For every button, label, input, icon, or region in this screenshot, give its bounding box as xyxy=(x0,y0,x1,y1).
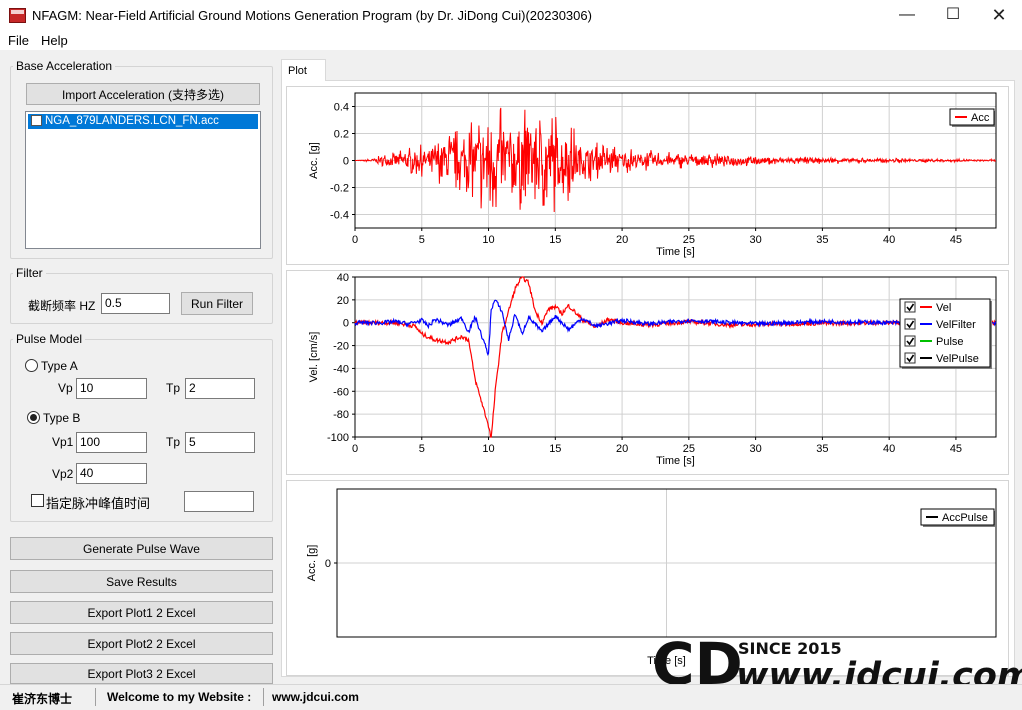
legend-label: Pulse xyxy=(936,336,964,348)
y-tick-label: 40 xyxy=(337,272,349,284)
file-checkbox[interactable] xyxy=(31,115,42,126)
y-tick-label: 0.2 xyxy=(334,129,349,141)
export-plot1-button[interactable]: Export Plot1 2 Excel xyxy=(10,601,273,624)
import-acceleration-button[interactable]: Import Acceleration (支持多选) xyxy=(26,83,260,105)
y-tick-label: -60 xyxy=(333,386,349,398)
menu-help[interactable]: Help xyxy=(41,33,68,48)
type-a-label: Type A xyxy=(41,359,78,373)
plot-acceleration: 0 5 10 15 20 25 30 35 40 45 -0.4 -0.2 0 0.2 0.4 Time [s… xyxy=(286,86,1009,265)
y-axis-label: Acc. [g] xyxy=(306,545,318,582)
x-tick-label: 35 xyxy=(816,234,828,246)
y-tick-label: -40 xyxy=(333,363,349,375)
vp-label: Vp xyxy=(58,381,73,395)
plot-velocity: 0 5 10 15 20 25 30 35 40 45 -100 -80 -60 -40 -20 0 20 40 T… xyxy=(286,270,1009,475)
x-tick-label: 10 xyxy=(482,234,494,246)
minimize-button[interactable]: — xyxy=(884,0,930,30)
legend-label: AccPulse xyxy=(942,512,988,524)
x-tick-label: 25 xyxy=(683,234,695,246)
x-tick-label: 35 xyxy=(816,443,828,455)
y-tick-label: -0.2 xyxy=(330,183,349,195)
tab-plot[interactable]: Plot xyxy=(281,59,326,81)
save-results-button[interactable]: Save Results xyxy=(10,570,273,593)
x-tick-label: 0 xyxy=(352,234,358,246)
x-tick-label: 40 xyxy=(883,443,895,455)
menu-bar: File Help xyxy=(0,30,1022,50)
list-item[interactable]: NGA_879LANDERS.LCN_FN.acc xyxy=(28,114,258,129)
maximize-button[interactable]: ☐ xyxy=(930,0,976,30)
window-title: NFAGM: Near-Field Artificial Ground Moti… xyxy=(32,8,592,23)
vp1-label: Vp1 xyxy=(52,435,74,449)
tp-a-input[interactable]: 2 xyxy=(185,378,255,399)
export-plot2-button[interactable]: Export Plot2 2 Excel xyxy=(10,632,273,655)
tp-b-input[interactable]: 5 xyxy=(185,432,255,453)
y-tick-label: -100 xyxy=(327,432,349,444)
y-axis-label: Vel. [cm/s] xyxy=(308,332,320,383)
x-tick-label: 25 xyxy=(683,443,695,455)
velocity-chart: 0 5 10 15 20 25 30 35 40 45 -100 -80 -60 -40 -20 0 20 40 T… xyxy=(308,272,997,467)
x-tick-label: 40 xyxy=(883,234,895,246)
peak-time-input[interactable] xyxy=(184,491,254,512)
y-tick-label: -20 xyxy=(333,341,349,353)
x-tick-label: 30 xyxy=(750,443,762,455)
legend-label: VelPulse xyxy=(936,353,979,365)
pulse-model-title: Pulse Model xyxy=(13,332,86,346)
x-tick-label: 30 xyxy=(750,234,762,246)
vp2-input[interactable]: 40 xyxy=(76,463,147,484)
x-axis-label: Time [s] xyxy=(656,455,695,467)
x-tick-label: 15 xyxy=(549,234,561,246)
x-tick-label: 5 xyxy=(419,443,425,455)
base-acceleration-title: Base Acceleration xyxy=(13,59,116,73)
y-axis-label: Acc. [g] xyxy=(308,142,320,179)
x-tick-label: 5 xyxy=(419,234,425,246)
y-tick-label: 0 xyxy=(325,558,331,570)
tp-b-label: Tp xyxy=(166,435,181,449)
file-name: NGA_879LANDERS.LCN_FN.acc xyxy=(45,115,219,127)
x-tick-label: 45 xyxy=(950,234,962,246)
menu-file[interactable]: File xyxy=(8,33,29,48)
series-line-acc xyxy=(355,107,997,213)
x-tick-label: 45 xyxy=(950,443,962,455)
x-tick-label: 0 xyxy=(352,443,358,455)
vp2-label: Vp2 xyxy=(52,467,74,481)
status-welcome: Welcome to my Website : xyxy=(107,690,252,704)
x-tick-label: 10 xyxy=(482,443,494,455)
type-a-radio[interactable] xyxy=(25,359,38,372)
acceleration-file-list[interactable]: NGA_879LANDERS.LCN_FN.acc xyxy=(25,111,261,249)
legend-label: Acc xyxy=(971,112,990,124)
type-b-radio[interactable] xyxy=(27,411,40,424)
status-bar: 崔济东博士 Welcome to my Website : www.jdcui.… xyxy=(0,684,1022,710)
app-icon xyxy=(9,8,26,23)
y-tick-label: -0.4 xyxy=(330,210,349,222)
x-tick-label: 20 xyxy=(616,234,628,246)
y-tick-label: 20 xyxy=(337,295,349,307)
vp1-input[interactable]: 100 xyxy=(76,432,147,453)
title-bar: NFAGM: Near-Field Artificial Ground Moti… xyxy=(0,0,1022,30)
legend-label: VelFilter xyxy=(936,319,976,331)
status-author: 崔济东博士 xyxy=(12,692,73,706)
status-website[interactable]: www.jdcui.com xyxy=(272,690,359,704)
acceleration-chart: 0 5 10 15 20 25 30 35 40 45 -0.4 -0.2 0 0.2 0.4 Time [s… xyxy=(308,92,997,258)
tp-a-label: Tp xyxy=(166,381,181,395)
run-filter-button[interactable]: Run Filter xyxy=(181,292,253,315)
y-tick-label: 0 xyxy=(343,318,349,330)
x-tick-label: 20 xyxy=(616,443,628,455)
y-tick-label: -80 xyxy=(333,409,349,421)
filter-title: Filter xyxy=(13,266,46,280)
type-b-label: Type B xyxy=(43,411,81,425)
vp-input[interactable]: 10 xyxy=(76,378,147,399)
legend-label: Vel xyxy=(936,302,951,314)
export-plot3-button[interactable]: Export Plot3 2 Excel xyxy=(10,663,273,684)
peak-time-checkbox[interactable] xyxy=(31,494,44,507)
x-axis-label: Time [s] xyxy=(656,246,695,258)
generate-pulse-wave-button[interactable]: Generate Pulse Wave xyxy=(10,537,273,560)
peak-time-label: 指定脉冲峰值时间 xyxy=(46,496,151,511)
close-button[interactable]: ✕ xyxy=(976,0,1022,30)
y-tick-label: 0.4 xyxy=(334,102,349,114)
y-tick-label: 0 xyxy=(343,156,349,168)
cutoff-frequency-label: 截断频率 HZ xyxy=(28,299,96,313)
x-tick-label: 15 xyxy=(549,443,561,455)
cutoff-frequency-input[interactable]: 0.5 xyxy=(101,293,170,314)
